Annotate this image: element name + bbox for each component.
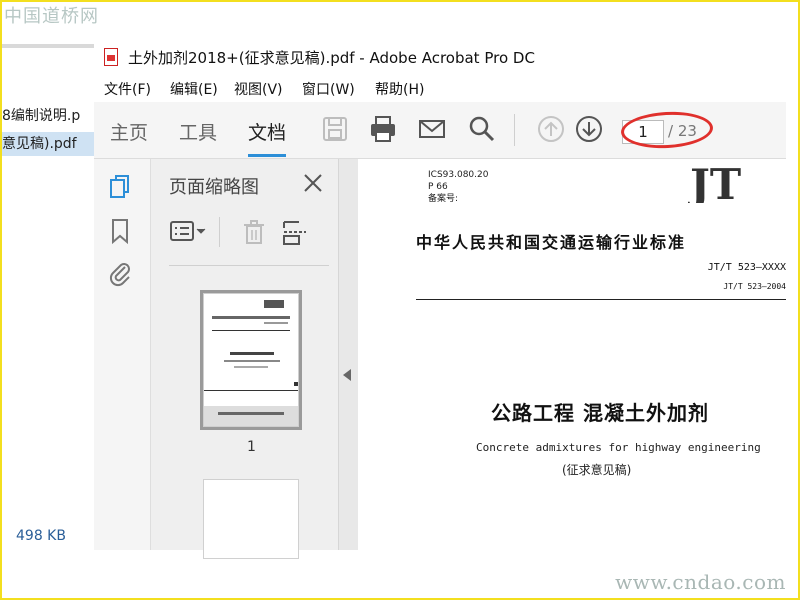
window-title: 土外加剂2018+(征求意见稿).pdf - Adobe Acrobat Pro… bbox=[128, 49, 535, 67]
draft-status-label: (征求意见稿) bbox=[562, 463, 632, 477]
thumbnails-panel-title: 页面缩略图 bbox=[169, 177, 259, 198]
search-icon[interactable] bbox=[467, 114, 497, 144]
tab-tools[interactable]: 工具 bbox=[179, 118, 217, 145]
title-bar: 土外加剂2018+(征求意见稿).pdf - Adobe Acrobat Pro… bbox=[94, 40, 786, 74]
standard-code-new: JT/T 523—XXXX bbox=[707, 262, 786, 273]
file-size-label: 498 KB bbox=[16, 528, 66, 544]
collapse-left-arrow-icon[interactable] bbox=[343, 369, 351, 381]
watermark-top: 中国道桥网 bbox=[4, 6, 99, 27]
pdf-file-icon bbox=[104, 48, 118, 66]
industry-standard-headline: 中华人民共和国交通运输行业标准 bbox=[416, 233, 687, 252]
jt-logo-text: JT bbox=[688, 163, 741, 203]
filing-number-label: 备案号: bbox=[428, 194, 459, 204]
menu-view[interactable]: 视图(V) bbox=[234, 79, 283, 99]
email-icon[interactable] bbox=[417, 114, 447, 144]
document-classification-meta: ICS93.080.20 P 66 备案号: bbox=[428, 169, 488, 205]
toolbar-separator bbox=[514, 114, 515, 146]
menu-window[interactable]: 窗口(W) bbox=[302, 79, 355, 99]
page-thumbnail-2[interactable] bbox=[203, 479, 299, 559]
thumbnail-options-icon[interactable] bbox=[169, 219, 209, 245]
close-icon[interactable] bbox=[301, 171, 325, 195]
thumbnails-panel: 页面缩略图 1 bbox=[150, 159, 393, 559]
attachment-icon[interactable] bbox=[108, 259, 132, 287]
main-toolbar: 主页 工具 文档 1 / 23 bbox=[94, 102, 786, 159]
jt-standard-logo: JT bbox=[688, 163, 741, 203]
menu-file[interactable]: 文件(F) bbox=[104, 79, 151, 99]
standard-code-replaced: JT/T 523—2004 bbox=[723, 282, 786, 291]
menu-bar: 文件(F) 编辑(E) 视图(V) 窗口(W) 帮助(H) bbox=[94, 74, 786, 102]
watermark-bottom: www.cndao.com bbox=[615, 570, 786, 594]
panel-collapse-strip[interactable] bbox=[338, 159, 359, 550]
menu-help[interactable]: 帮助(H) bbox=[375, 79, 424, 99]
acrobat-window: 土外加剂2018+(征求意见稿).pdf - Adobe Acrobat Pro… bbox=[94, 40, 786, 559]
thumbnails-divider bbox=[169, 265, 329, 266]
p-code: P 66 bbox=[428, 182, 448, 192]
previous-page-icon[interactable] bbox=[536, 114, 566, 144]
document-title: 公路工程 混凝土外加剂 bbox=[491, 401, 709, 425]
file-explorer-pane: 8编制说明.p 意见稿).pdf 498 KB bbox=[2, 44, 95, 548]
document-title-english: Concrete admixtures for highway engineer… bbox=[476, 441, 761, 454]
thumbnail-preview-graphic bbox=[204, 300, 298, 426]
print-icon[interactable] bbox=[368, 114, 398, 144]
insert-page-icon[interactable] bbox=[281, 219, 309, 245]
delete-page-icon[interactable] bbox=[241, 219, 267, 245]
highlight-annotation-oval bbox=[620, 109, 714, 151]
header-rule bbox=[416, 299, 786, 300]
ics-code: ICS93.080.20 bbox=[428, 170, 489, 180]
save-icon[interactable] bbox=[320, 114, 350, 144]
explorer-header-strip bbox=[2, 44, 94, 48]
tab-document[interactable]: 文档 bbox=[248, 118, 287, 157]
tab-home[interactable]: 主页 bbox=[110, 118, 148, 145]
page-thumbnail-1[interactable] bbox=[200, 290, 302, 430]
navigation-rail bbox=[94, 159, 150, 550]
next-page-icon[interactable] bbox=[574, 114, 604, 144]
document-page: ICS93.080.20 P 66 备案号: JT 中华人民共和国交通运输行业标… bbox=[358, 159, 786, 550]
thumbnail-page-number: 1 bbox=[247, 439, 256, 455]
explorer-file-row[interactable]: 8编制说明.p bbox=[2, 104, 94, 128]
thumbnails-toolbar bbox=[169, 215, 334, 251]
menu-edit[interactable]: 编辑(E) bbox=[170, 79, 218, 99]
thumbnails-toolbar-separator bbox=[219, 217, 220, 247]
page-thumbnails-icon[interactable] bbox=[108, 173, 132, 201]
bookmark-icon[interactable] bbox=[108, 217, 132, 245]
explorer-file-row-selected[interactable]: 意见稿).pdf bbox=[2, 132, 94, 156]
